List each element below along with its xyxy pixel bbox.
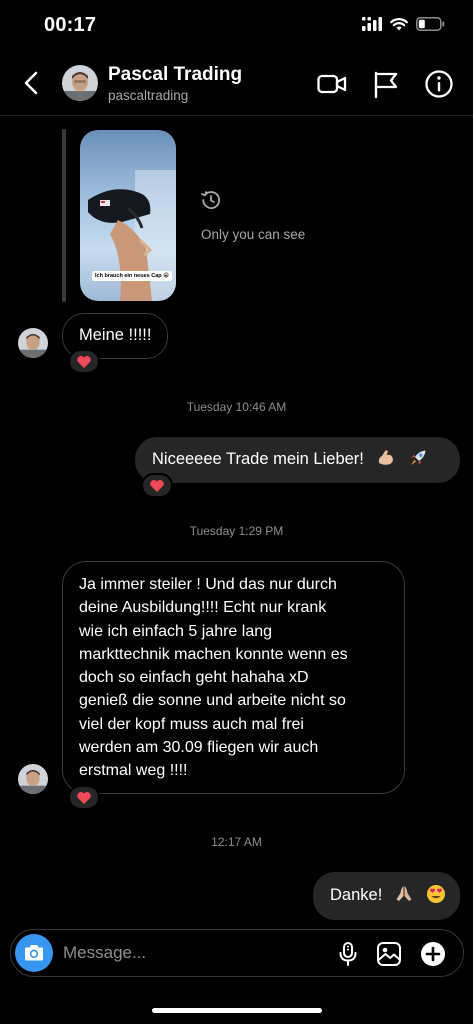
status-bar: 00:17: [0, 0, 473, 52]
timestamp: 12:17 AM: [211, 835, 262, 849]
message-bubble[interactable]: Ja immer steiler ! Und das nur durch dei…: [62, 561, 405, 794]
sender-avatar[interactable]: [18, 328, 48, 358]
rocket-icon: [410, 450, 426, 465]
gallery-icon[interactable]: [375, 940, 403, 968]
camera-button[interactable]: [15, 934, 53, 972]
message-composer: [10, 929, 464, 977]
message-line: genieß die sonne und arbeite nicht so: [79, 692, 346, 710]
message-text: Danke!: [330, 886, 383, 904]
video-call-icon[interactable]: [316, 68, 348, 100]
heart-eyes-icon: [427, 885, 446, 903]
status-icons: [362, 17, 445, 31]
heart-icon: [77, 355, 91, 368]
timestamp: Tuesday 1:29 PM: [189, 524, 284, 538]
microphone-icon[interactable]: [334, 940, 362, 968]
message-bubble[interactable]: Danke!🙏🏼 😍: [313, 872, 460, 920]
history-icon: [201, 191, 221, 209]
timestamp: Tuesday 10:46 AM: [186, 400, 287, 414]
message-line: markttechnik machen konnte wenn es: [79, 645, 348, 663]
flexed-biceps-icon: [378, 450, 393, 465]
message-line: werden am 30.09 fliegen wir auch: [79, 739, 319, 757]
status-time: 00:17: [44, 14, 97, 36]
flag-icon[interactable]: [370, 68, 402, 100]
only-you-can-see-label: Only you can see: [201, 227, 306, 242]
message-line: viel der kopf muss auch mal frei: [79, 715, 304, 733]
chat-thread[interactable]: Ich brauch ein neues Cap 😁 Only you can …: [0, 117, 473, 927]
info-icon[interactable]: [423, 68, 455, 100]
reaction-badge[interactable]: [68, 349, 100, 374]
sender-avatar[interactable]: [18, 764, 48, 794]
battery-icon: [416, 17, 445, 31]
back-arrow-icon[interactable]: [18, 68, 48, 98]
message-input[interactable]: [63, 941, 323, 965]
message-line: wie ich einfach 5 jahre lang: [79, 622, 273, 640]
message-text: Niceeeee Trade mein Lieber!: [152, 450, 364, 468]
story-caption: Ich brauch ein neues Cap 😁: [92, 271, 172, 281]
signal-icon: [362, 17, 382, 31]
message-text: Meine !!!!!: [79, 326, 152, 344]
heart-icon: [77, 791, 91, 804]
message-line: Ja immer steiler ! Und das nur durch: [79, 576, 337, 593]
reaction-badge[interactable]: [68, 785, 100, 810]
header-avatar[interactable]: [62, 65, 98, 101]
chat-header: Pascal Trading pascaltrading: [0, 52, 473, 116]
contact-name[interactable]: Pascal Trading: [108, 64, 242, 86]
folded-hands-icon: [396, 886, 412, 901]
message-line: doch so einfach geht hahaha xD: [79, 669, 309, 687]
story-preview[interactable]: Ich brauch ein neues Cap 😁: [80, 130, 176, 301]
camera-icon: [25, 945, 43, 961]
wifi-icon: [390, 18, 408, 31]
story-reply-line: [62, 129, 66, 302]
contact-username[interactable]: pascaltrading: [108, 88, 188, 103]
add-icon[interactable]: [419, 940, 447, 968]
home-indicator[interactable]: [152, 1008, 322, 1013]
message-line: erstmal weg !!!!: [79, 762, 188, 780]
message-line: deine Ausbildung!!!! Echt nur krank: [79, 599, 327, 617]
reaction-badge[interactable]: [141, 473, 173, 498]
heart-icon: [150, 479, 164, 492]
message-bubble[interactable]: Niceeeee Trade mein Lieber!💪🏼 🚀: [135, 437, 460, 483]
